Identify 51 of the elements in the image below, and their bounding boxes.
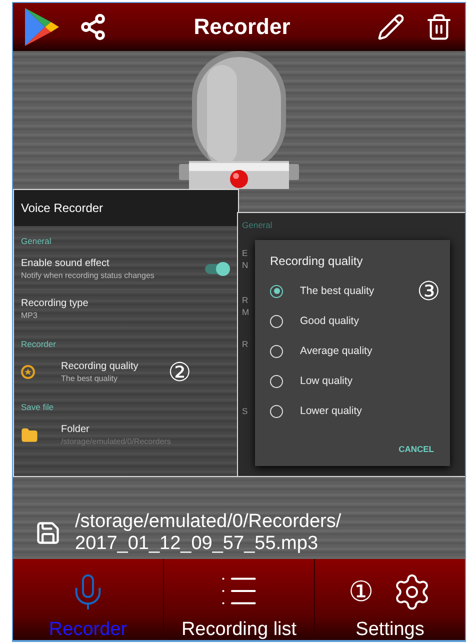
edit-button[interactable] bbox=[377, 13, 405, 41]
section-heading: Save file bbox=[20, 401, 55, 414]
hidden-text: M bbox=[242, 307, 250, 317]
hidden-text: E bbox=[242, 248, 248, 258]
radio-button[interactable] bbox=[270, 344, 283, 358]
file-path: 2017_01_12_09_57_55.mp3 bbox=[75, 533, 320, 555]
share-button[interactable] bbox=[79, 13, 107, 41]
settings-item[interactable]: Enable sound effect Notify when recording status changes bbox=[14, 250, 238, 289]
cancel-button[interactable]: CANCEL bbox=[396, 442, 436, 456]
item-subtitle: MP3 bbox=[21, 311, 38, 320]
callout-number: ③ bbox=[417, 278, 440, 304]
option-label: Low quality bbox=[300, 375, 354, 387]
star-badge-icon bbox=[21, 365, 35, 379]
hidden-text: N bbox=[242, 260, 248, 270]
nav-tab[interactable]: ① Settings bbox=[315, 559, 465, 640]
hidden-text: S bbox=[242, 406, 248, 416]
settings-item[interactable]: Recording quality The best quality ② bbox=[14, 353, 238, 392]
hidden-text: R bbox=[242, 339, 248, 349]
item-subtitle: Notify when recording status changes bbox=[21, 271, 156, 280]
item-subtitle: /storage/emulated/0/Recorders bbox=[61, 437, 172, 446]
option-label: Average quality bbox=[300, 345, 374, 357]
item-title: Folder bbox=[61, 424, 90, 435]
nav-tab[interactable]: Recording list bbox=[164, 559, 315, 640]
section-heading: Recorder bbox=[20, 338, 57, 351]
option-label: Lower quality bbox=[300, 405, 363, 417]
callout-number: ② bbox=[168, 359, 191, 385]
app-title: Recorder bbox=[192, 14, 292, 40]
radio-button[interactable] bbox=[270, 404, 283, 418]
option-label: Good quality bbox=[300, 315, 360, 327]
item-subtitle: The best quality bbox=[61, 374, 118, 383]
screen-title: Voice Recorder bbox=[14, 190, 238, 226]
radio-button[interactable] bbox=[270, 314, 283, 328]
section-heading: General bbox=[242, 220, 272, 230]
delete-button[interactable] bbox=[425, 13, 453, 41]
callout-number: ① bbox=[348, 578, 374, 606]
item-title: Recording quality bbox=[61, 361, 140, 372]
play-store-icon[interactable] bbox=[25, 8, 59, 46]
item-title: Enable sound effect bbox=[21, 258, 110, 269]
option-label: The best quality bbox=[300, 285, 376, 297]
settings-item[interactable]: Folder /storage/emulated/0/Recorders bbox=[14, 416, 238, 455]
section-heading: General bbox=[20, 235, 52, 248]
folder-icon bbox=[21, 426, 38, 444]
settings-item[interactable]: Recording type MP3 bbox=[14, 290, 238, 329]
item-title: Recording type bbox=[21, 298, 90, 309]
dialog-title: Recording quality bbox=[270, 254, 364, 268]
radio-button[interactable] bbox=[270, 374, 283, 388]
file-path: /storage/emulated/0/Recorders/ bbox=[75, 511, 342, 533]
toggle-switch[interactable] bbox=[205, 264, 227, 274]
radio-button[interactable] bbox=[270, 284, 283, 298]
save-icon bbox=[35, 520, 61, 546]
hidden-text: R bbox=[242, 295, 248, 305]
